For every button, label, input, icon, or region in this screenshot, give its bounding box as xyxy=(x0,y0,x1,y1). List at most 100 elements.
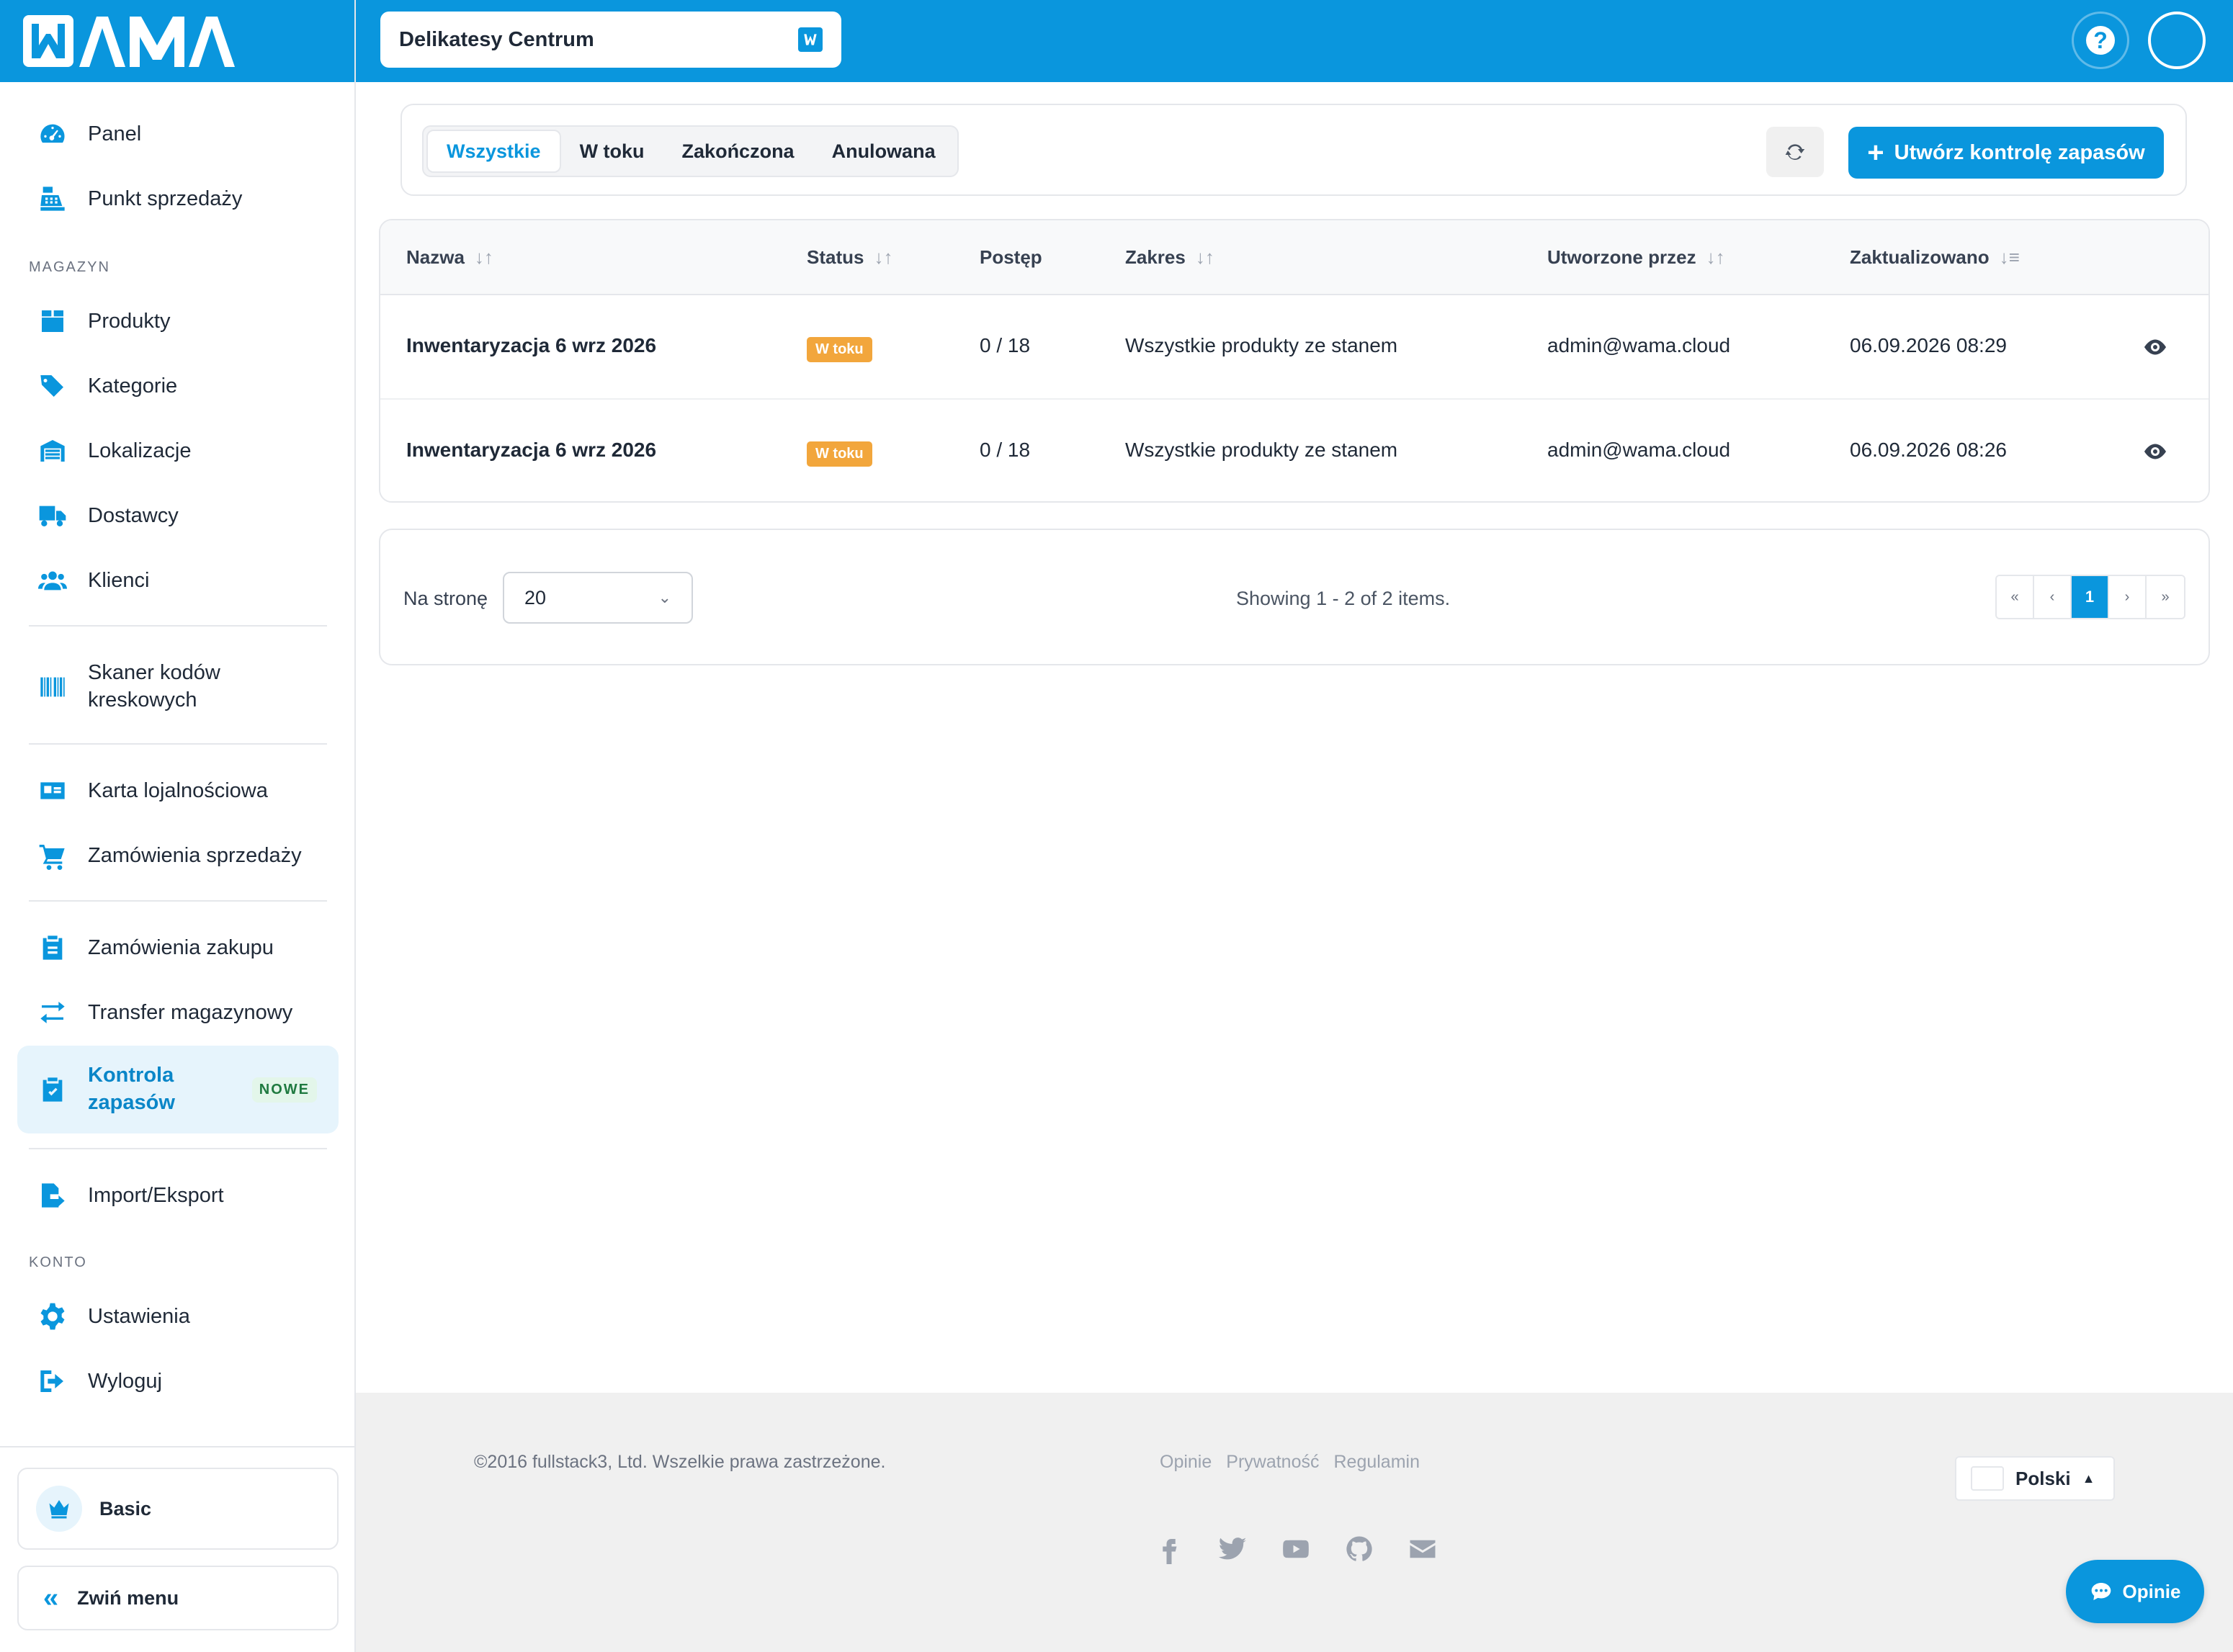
column-header-scope[interactable]: Zakres ↓↑ xyxy=(1125,246,1214,269)
logout-icon xyxy=(36,1365,69,1398)
column-header-updated[interactable]: Zaktualizowano ↓≡ xyxy=(1850,246,2020,269)
envelope-icon[interactable] xyxy=(1408,1534,1438,1564)
column-header-status[interactable]: Status ↓↑ xyxy=(807,246,892,269)
sidebar-item-label: Ustawienia xyxy=(88,1304,190,1328)
tab-completed[interactable]: Zakończona xyxy=(663,130,813,173)
footer-link-privacy[interactable]: Prywatność xyxy=(1226,1452,1319,1473)
per-page-select[interactable]: 20 ⌄ xyxy=(503,572,693,624)
flag-icon xyxy=(1971,1466,2004,1491)
sidebar-item-label: Lokalizacje xyxy=(88,439,192,462)
sidebar-divider xyxy=(29,743,327,745)
column-header-created-by[interactable]: Utworzone przez ↓↑ xyxy=(1547,246,1725,269)
language-selector[interactable]: Polski ▲ xyxy=(1955,1456,2115,1501)
logo[interactable] xyxy=(0,0,354,82)
sidebar-item-label: Dostawcy xyxy=(88,503,179,527)
sidebar-item-label: Zamówienia sprzedaży xyxy=(88,843,302,867)
chevrons-left-icon: « xyxy=(43,1583,59,1613)
column-header-name[interactable]: Nazwa ↓↑ xyxy=(406,246,493,269)
sidebar-item-import-export[interactable]: Import/Eksport xyxy=(17,1167,339,1224)
showing-summary: Showing 1 - 2 of 2 items. xyxy=(1236,588,1451,609)
table-row[interactable]: Inwentaryzacja 6 wrz 2026 W toku 0 / 18 … xyxy=(380,400,2209,501)
row-updated: 06.09.2026 08:29 xyxy=(1850,334,2007,356)
refresh-button[interactable] xyxy=(1766,127,1824,177)
sidebar-item-sales-orders[interactable]: Zamówienia sprzedaży xyxy=(17,827,339,884)
sidebar-item-label: Karta lojalnościowa xyxy=(88,778,268,802)
eye-icon[interactable] xyxy=(2142,334,2168,360)
collapse-menu-label: Zwiń menu xyxy=(77,1586,179,1609)
sidebar-item-products[interactable]: Produkty xyxy=(17,292,339,350)
last-page-button[interactable]: » xyxy=(2147,576,2184,618)
facebook-icon[interactable] xyxy=(1154,1534,1184,1564)
tab-all[interactable]: Wszystkie xyxy=(426,130,561,173)
warehouse-icon xyxy=(36,434,69,467)
store-selector[interactable]: Delikatesy Centrum xyxy=(380,12,841,68)
social-links xyxy=(1154,1534,1438,1564)
sort-icon: ↓↑ xyxy=(1195,246,1214,268)
tab-cancelled[interactable]: Anulowana xyxy=(813,130,954,173)
sidebar-item-stock-transfer[interactable]: Transfer magazynowy xyxy=(17,984,339,1041)
sidebar-item-locations[interactable]: Lokalizacje xyxy=(17,422,339,480)
sidebar-item-pos[interactable]: Punkt sprzedaży xyxy=(17,170,339,228)
sort-icon: ↓↑ xyxy=(474,246,493,268)
language-label: Polski xyxy=(2015,1467,2071,1489)
row-progress: 0 / 18 xyxy=(980,439,1031,461)
gauge-icon xyxy=(36,117,69,151)
footer-link-terms[interactable]: Regulamin xyxy=(1333,1452,1420,1473)
sidebar-item-barcode-scanner[interactable]: Skaner kodów kreskowych xyxy=(17,654,339,720)
plan-card[interactable]: Basic xyxy=(17,1468,339,1550)
first-page-button[interactable]: « xyxy=(1997,576,2034,618)
sidebar-item-customers[interactable]: Klienci xyxy=(17,552,339,609)
sidebar-divider xyxy=(29,900,327,902)
create-stock-control-button[interactable]: + Utwórz kontrolę zapasów xyxy=(1848,127,2164,179)
sidebar-item-logout[interactable]: Wyloguj xyxy=(17,1352,339,1410)
github-icon[interactable] xyxy=(1344,1534,1374,1564)
sidebar-item-loyalty-card[interactable]: Karta lojalnościowa xyxy=(17,762,339,820)
twitter-icon[interactable] xyxy=(1217,1534,1248,1564)
sidebar-item-categories[interactable]: Kategorie xyxy=(17,357,339,415)
sort-icon: ↓↑ xyxy=(874,246,893,268)
stock-control-table: Nazwa ↓↑ Status ↓↑ Postęp Zakres ↓↑ Utworzo… xyxy=(379,219,2210,503)
sidebar-item-purchase-orders[interactable]: Zamówienia zakupu xyxy=(17,919,339,977)
sidebar-item-suppliers[interactable]: Dostawcy xyxy=(17,487,339,544)
plan-label: Basic xyxy=(99,1497,152,1519)
plus-icon: + xyxy=(1867,137,1884,169)
eye-icon[interactable] xyxy=(2142,439,2168,464)
youtube-icon[interactable] xyxy=(1281,1534,1311,1564)
table-row[interactable]: Inwentaryzacja 6 wrz 2026 W toku 0 / 18 … xyxy=(380,295,2209,400)
row-name[interactable]: Inwentaryzacja 6 wrz 2026 xyxy=(406,334,656,357)
sidebar-item-label: Kontrola zapasów xyxy=(88,1064,175,1114)
collapse-menu-button[interactable]: « Zwiń menu xyxy=(17,1566,339,1630)
clipboard-check-icon xyxy=(36,1073,69,1106)
row-created-by: admin@wama.cloud xyxy=(1547,439,1731,461)
feedback-button[interactable]: Opinie xyxy=(2066,1560,2204,1623)
truck-icon xyxy=(36,499,69,532)
sidebar-item-label: Produkty xyxy=(88,309,171,333)
row-name[interactable]: Inwentaryzacja 6 wrz 2026 xyxy=(406,439,656,462)
table-header: Nazwa ↓↑ Status ↓↑ Postęp Zakres ↓↑ Utworzo… xyxy=(380,220,2209,295)
footer-link-opinions[interactable]: Opinie xyxy=(1160,1452,1212,1473)
column-header-label: Zaktualizowano xyxy=(1850,246,1990,268)
sidebar-item-panel[interactable]: Panel xyxy=(17,105,339,163)
sidebar-item-label: Skaner kodów kreskowych xyxy=(88,661,220,711)
column-header-label: Status xyxy=(807,246,864,268)
status-badge: W toku xyxy=(807,441,872,467)
help-button[interactable]: ? xyxy=(2072,12,2129,69)
users-icon xyxy=(36,564,69,597)
top-bar: Delikatesy Centrum ? xyxy=(356,0,2233,82)
clipboard-list-icon xyxy=(36,931,69,964)
id-card-icon xyxy=(36,774,69,807)
feedback-button-label: Opinie xyxy=(2122,1580,2181,1602)
tab-in-progress[interactable]: W toku xyxy=(561,130,663,173)
next-page-button[interactable]: › xyxy=(2109,576,2147,618)
sidebar-item-settings[interactable]: Ustawienia xyxy=(17,1288,339,1345)
main-content: Wszystkie W toku Zakończona Anulowana + … xyxy=(356,82,2233,1393)
prev-page-button[interactable]: ‹ xyxy=(2034,576,2072,618)
sidebar-item-stock-control[interactable]: Kontrola zapasów NOWE xyxy=(17,1046,339,1133)
column-header-label: Zakres xyxy=(1125,246,1186,268)
cart-icon xyxy=(36,839,69,872)
sidebar-item-label: Kategorie xyxy=(88,374,178,398)
avatar[interactable] xyxy=(2148,12,2206,69)
column-header-progress: Postęp xyxy=(980,246,1042,269)
row-progress: 0 / 18 xyxy=(980,334,1031,356)
page-button-current[interactable]: 1 xyxy=(2072,576,2109,618)
